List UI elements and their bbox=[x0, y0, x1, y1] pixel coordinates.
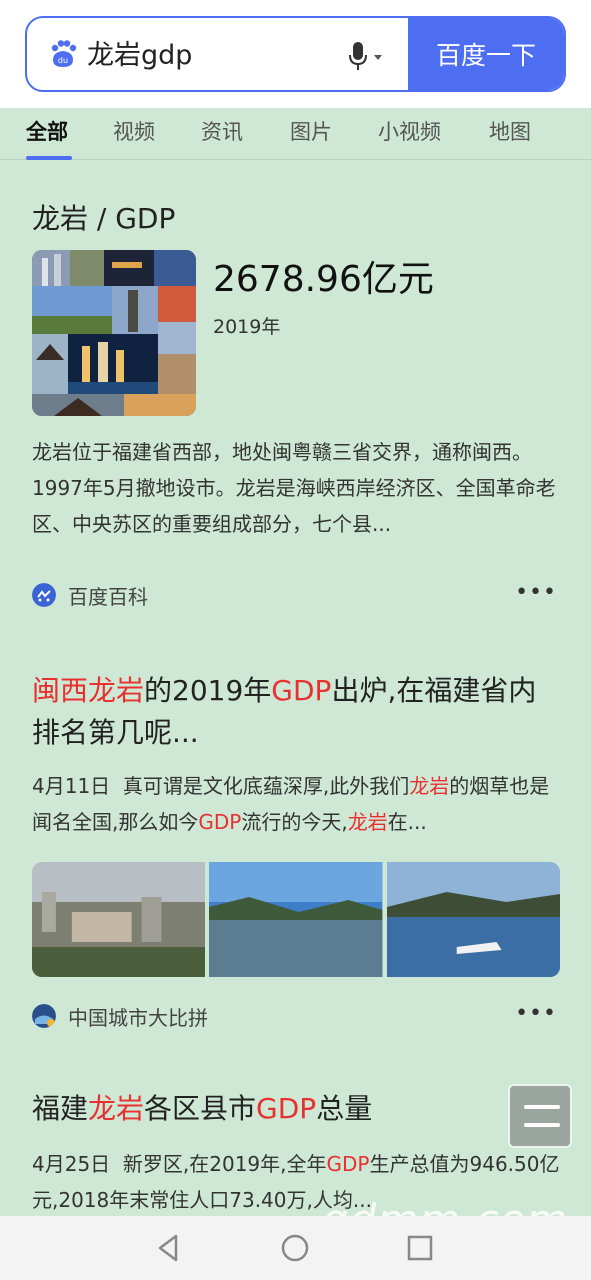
result-thumbnails[interactable] bbox=[32, 862, 560, 977]
search-header: du 龙岩gdp 百度一下 bbox=[0, 0, 591, 108]
baidu-paw-icon: du bbox=[51, 40, 77, 67]
tab-short-video[interactable]: 小视频 bbox=[378, 116, 441, 146]
baike-icon bbox=[32, 583, 56, 607]
back-icon[interactable] bbox=[152, 1230, 188, 1266]
search-box[interactable]: du 龙岩gdp 百度一下 bbox=[25, 16, 566, 92]
tab-news[interactable]: 资讯 bbox=[201, 116, 243, 146]
tab-all[interactable]: 全部 bbox=[26, 116, 68, 146]
gdp-value: 2678.96亿元 bbox=[213, 259, 434, 300]
tab-video[interactable]: 视频 bbox=[113, 116, 155, 146]
search-tabs: 全部 视频 资讯 图片 小视频 地图 bbox=[0, 108, 591, 160]
thumbnail-city-aerial[interactable] bbox=[32, 862, 206, 977]
more-options-icon[interactable]: ••• bbox=[515, 580, 557, 605]
snippet-date: 4月11日 bbox=[32, 774, 111, 798]
source-name: 中国城市大比拼 bbox=[68, 1005, 208, 1030]
knowledge-card-title[interactable]: 龙岩 / GDP bbox=[32, 197, 175, 237]
search-input[interactable]: 龙岩gdp bbox=[87, 38, 192, 74]
active-tab-indicator bbox=[26, 156, 72, 160]
microphone-icon[interactable] bbox=[347, 40, 387, 72]
search-button[interactable]: 百度一下 bbox=[408, 18, 564, 90]
knowledge-description[interactable]: 龙岩位于福建省西部，地处闽粤赣三省交界，通称闽西。1997年5月撤地设市。龙岩是… bbox=[32, 434, 562, 542]
gdp-year: 2019年 bbox=[213, 316, 281, 338]
system-nav-bar bbox=[0, 1216, 591, 1280]
source-name: 百度百科 bbox=[68, 584, 148, 609]
thumbnail-river[interactable] bbox=[209, 862, 383, 977]
tab-images[interactable]: 图片 bbox=[290, 116, 332, 146]
city-collage-image[interactable] bbox=[32, 250, 196, 416]
source-city-compare[interactable]: 中国城市大比拼 bbox=[32, 1001, 208, 1031]
result-title-1[interactable]: 闽西龙岩的2019年GDP出炉,在福建省内排名第几呢... bbox=[32, 670, 562, 754]
menu-line bbox=[524, 1105, 560, 1109]
thumbnail-speedboat[interactable] bbox=[386, 862, 560, 977]
home-icon[interactable] bbox=[277, 1230, 313, 1266]
svg-text:du: du bbox=[58, 56, 68, 65]
menu-line bbox=[524, 1123, 560, 1127]
source-baike[interactable]: 百度百科 bbox=[32, 580, 148, 610]
tab-map[interactable]: 地图 bbox=[489, 116, 531, 146]
recent-apps-icon[interactable] bbox=[402, 1230, 438, 1266]
result-title-2[interactable]: 福建龙岩各区县市GDP总量 bbox=[32, 1088, 562, 1130]
snippet-date: 4月25日 bbox=[32, 1152, 111, 1176]
floating-menu-button[interactable] bbox=[508, 1084, 572, 1148]
more-options-icon[interactable]: ••• bbox=[515, 1001, 557, 1026]
channel-avatar-icon bbox=[32, 1004, 56, 1028]
result-snippet-1[interactable]: 4月11日 真可谓是文化底蕴深厚,此外我们龙岩的烟草也是闻名全国,那么如今GDP… bbox=[32, 768, 562, 840]
